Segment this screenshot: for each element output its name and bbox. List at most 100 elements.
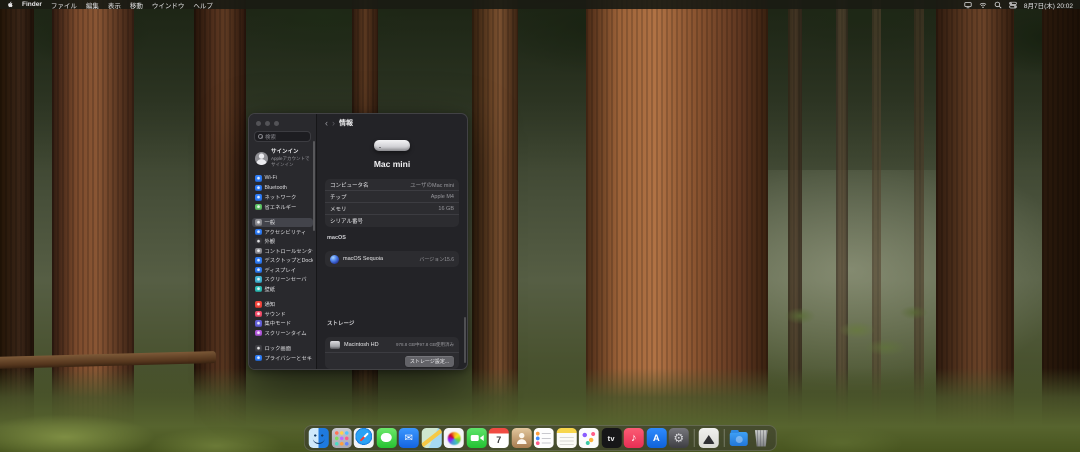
music-note-glyph: ♪	[631, 432, 637, 444]
sidebar-item-desktop-dock[interactable]: デスクトップとDock	[252, 256, 313, 266]
device-info-card: コンピュータ名 ユーザのMac mini チップ Apple M4 メモリ 16…	[325, 179, 459, 227]
sidebar-item-network[interactable]: ネットワーク	[252, 193, 313, 203]
bluetooth-icon	[255, 184, 262, 192]
dock-launchpad-icon[interactable]	[331, 428, 352, 448]
menu-help[interactable]: ヘルプ	[193, 0, 213, 10]
display-icon[interactable]	[964, 1, 972, 9]
zoom-window-button[interactable]	[274, 121, 279, 126]
forward-button[interactable]: ›	[332, 118, 335, 128]
menu-window[interactable]: ウインドウ	[152, 0, 185, 10]
sidebar-item-wallpaper[interactable]: 壁紙	[252, 284, 313, 294]
sidebar-item-energy[interactable]: 省エネルギー	[252, 202, 313, 212]
storage-usage: 978.8 GB中97.8 GB使用済み	[395, 341, 454, 347]
settings-sidebar: 検索 サインイン Appleアカウントでサインイン Wi-Fi Bluetoot…	[249, 114, 317, 369]
dock: ✉ 7 tv ♪ A ⚙	[303, 425, 777, 451]
menu-file[interactable]: ファイル	[51, 0, 77, 10]
info-value: Apple M4	[430, 193, 454, 200]
search-icon[interactable]	[994, 1, 1002, 9]
control-center-icon[interactable]	[1009, 1, 1017, 9]
wifi-icon[interactable]	[979, 1, 987, 9]
lock-icon	[255, 345, 262, 352]
sidebar-item-screensaver[interactable]: スクリーンセーバ	[252, 275, 313, 285]
dock-facetime-icon[interactable]	[466, 428, 487, 448]
dock-contacts-icon[interactable]	[511, 428, 532, 448]
sidebar-item-label: Wi-Fi	[264, 175, 277, 182]
menu-bar-clock[interactable]: 8月7日(木) 20:02	[1024, 0, 1073, 10]
energy-saver-icon	[255, 203, 262, 211]
info-row-computer-name: コンピュータ名 ユーザのMac mini	[325, 179, 459, 191]
sidebar-scrollbar[interactable]	[313, 141, 315, 231]
disk-name: Macintosh HD	[344, 341, 379, 348]
trash-bin-shape	[754, 430, 768, 447]
menu-view[interactable]: 表示	[108, 0, 121, 10]
search-input[interactable]: 検索	[254, 131, 311, 142]
dock-finder-icon[interactable]	[308, 428, 329, 448]
sidebar-item-control-center[interactable]: コントロールセンター	[252, 246, 313, 256]
dock-trash-icon[interactable]	[751, 428, 771, 448]
storage-section-header: ストレージ	[327, 321, 355, 327]
sidebar-item-displays[interactable]: ディスプレイ	[252, 265, 313, 275]
dock-icon	[255, 257, 262, 264]
dock-tv-icon[interactable]: tv	[601, 428, 622, 448]
active-app-menu[interactable]: Finder	[22, 1, 42, 8]
sidebar-item-label: 一般	[264, 220, 276, 227]
dock-mail-icon[interactable]: ✉	[398, 428, 419, 448]
menu-bar: Finder ファイル 編集 表示 移動 ウインドウ ヘルプ 8月7日(木) 2…	[0, 0, 1080, 10]
dock-music-icon[interactable]: ♪	[623, 428, 644, 448]
info-value: 16 GB	[438, 205, 454, 212]
safari-needle	[359, 432, 369, 442]
sidebar-item-label: 集中モード	[264, 321, 292, 328]
sidebar-item-screen-time[interactable]: スクリーンタイム	[252, 328, 313, 338]
sidebar-item-label: ロック画面	[264, 346, 292, 353]
sidebar-item-focus[interactable]: 集中モード	[252, 319, 313, 329]
dock-downloads-folder-icon[interactable]	[729, 428, 749, 448]
sidebar-item-lock-screen[interactable]: ロック画面	[252, 344, 313, 354]
sidebar-item-appearance[interactable]: 外観	[252, 237, 313, 247]
dock-reminders-icon[interactable]	[533, 428, 554, 448]
avatar	[255, 151, 268, 165]
apple-menu-icon[interactable]	[7, 1, 14, 8]
gear-icon	[255, 219, 262, 226]
sidebar-item-label: デスクトップとDock	[264, 258, 314, 265]
storage-settings-button[interactable]: ストレージ設定...	[404, 355, 454, 367]
search-placeholder: 検索	[265, 134, 277, 141]
screensaver-icon	[255, 276, 262, 283]
sidebar-item-sound[interactable]: サウンド	[252, 309, 313, 319]
desktop-wallpaper	[0, 0, 1080, 452]
calendar-day: 7	[496, 435, 502, 445]
sidebar-item-bluetooth[interactable]: Bluetooth	[252, 183, 313, 193]
storage-disk-row: Macintosh HD 978.8 GB中97.8 GB使用済み	[325, 337, 459, 353]
tv-glyph: tv	[607, 433, 615, 443]
sidebar-item-wifi[interactable]: Wi-Fi	[252, 174, 313, 184]
dock-system-settings-icon[interactable]: ⚙	[668, 428, 689, 448]
sidebar-item-privacy-security[interactable]: プライバシーとセキュリティ	[252, 353, 313, 363]
network-icon	[255, 194, 262, 201]
dock-photos-icon[interactable]	[443, 428, 464, 448]
macos-version: バージョン15.6	[419, 256, 454, 263]
wallpaper-icon	[255, 285, 262, 293]
macos-name: macOS Sequoia	[343, 256, 384, 262]
apple-account-item[interactable]: サインイン Appleアカウントでサインイン	[252, 147, 313, 174]
dock-safari-icon[interactable]	[353, 428, 374, 448]
sidebar-item-notifications[interactable]: 通知	[252, 300, 313, 310]
dock-recent-app-icon[interactable]	[698, 428, 719, 448]
speaker-icon	[255, 310, 262, 318]
dock-messages-icon[interactable]	[376, 428, 397, 448]
sidebar-item-accessibility[interactable]: アクセシビリティ	[252, 227, 313, 237]
back-button[interactable]: ‹	[325, 118, 328, 128]
sidebar-item-label: ディスプレイ	[264, 267, 296, 274]
content-scrollbar[interactable]	[464, 317, 466, 363]
info-row-serial: シリアル番号	[325, 215, 459, 227]
sidebar-item-label: コントロールセンター	[264, 248, 314, 255]
sidebar-item-general[interactable]: 一般	[252, 217, 313, 228]
dock-freeform-icon[interactable]	[578, 428, 599, 448]
menu-edit[interactable]: 編集	[86, 0, 99, 10]
dock-maps-icon[interactable]	[421, 428, 442, 448]
dock-notes-icon[interactable]	[556, 428, 577, 448]
menu-go[interactable]: 移動	[130, 0, 143, 10]
sequoia-icon	[330, 254, 339, 264]
close-window-button[interactable]	[256, 121, 261, 126]
dock-calendar-icon[interactable]: 7	[488, 428, 509, 448]
dock-app-store-icon[interactable]: A	[646, 428, 667, 448]
minimize-window-button[interactable]	[265, 121, 270, 126]
